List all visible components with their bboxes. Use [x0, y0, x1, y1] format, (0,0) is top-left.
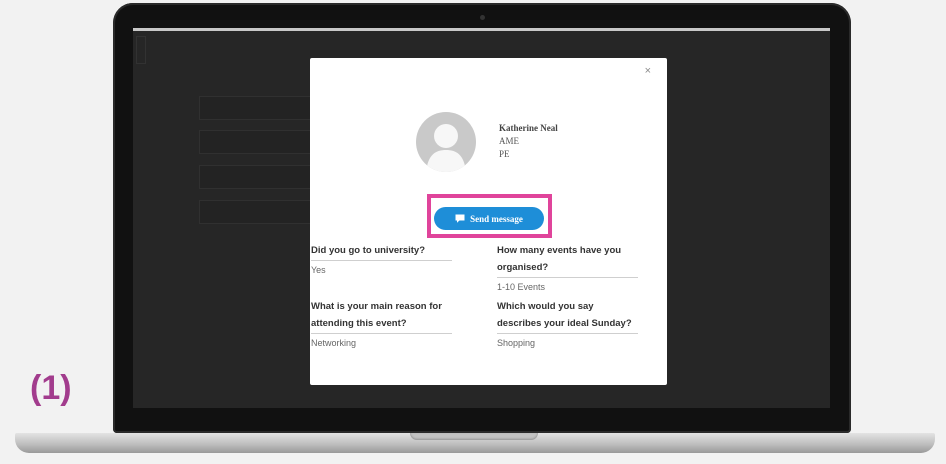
- laptop-base-notch: [410, 433, 538, 440]
- profile-line-2: PE: [499, 149, 510, 159]
- answer: Yes: [311, 265, 326, 275]
- close-icon[interactable]: ×: [645, 65, 651, 77]
- profile-modal: × Katherine Neal AME PE Send message Did: [310, 58, 667, 385]
- question: How many events have you organised?: [497, 242, 638, 278]
- question: Did you go to university?: [311, 242, 452, 261]
- person-silhouette-icon: [426, 124, 466, 172]
- laptop-screen: × Katherine Neal AME PE Send message Did: [133, 28, 830, 408]
- chat-bubble-icon: [455, 214, 465, 223]
- qa-item: How many events have you organised? 1-10…: [497, 242, 638, 292]
- profile-line-1: AME: [499, 136, 519, 146]
- qa-item: Which would you say describes your ideal…: [497, 298, 638, 348]
- profile-details: Katherine Neal AME PE: [499, 123, 558, 159]
- step-number-label: (1): [30, 369, 72, 407]
- avatar: [416, 112, 476, 172]
- answer: Shopping: [497, 338, 536, 348]
- webcam: [480, 15, 485, 20]
- question: Which would you say describes your ideal…: [497, 298, 638, 334]
- profile-name: Katherine Neal: [499, 123, 558, 133]
- question: What is your main reason for attending t…: [311, 298, 452, 334]
- answer: Networking: [311, 338, 357, 348]
- qa-item: Did you go to university? Yes: [311, 242, 452, 275]
- send-message-button[interactable]: Send message: [434, 207, 544, 230]
- qa-item: What is your main reason for attending t…: [311, 298, 452, 348]
- send-message-label: Send message: [470, 213, 523, 224]
- answer: 1-10 Events: [497, 282, 546, 292]
